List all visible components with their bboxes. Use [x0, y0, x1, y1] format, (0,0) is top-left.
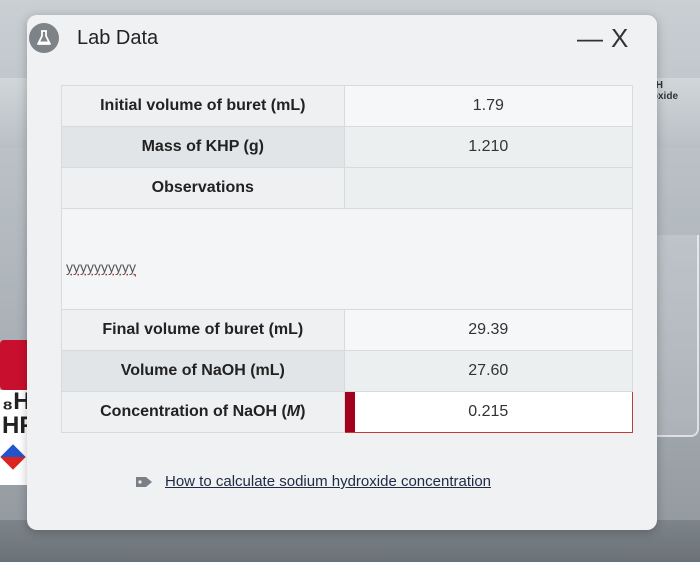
- row-value: 27.60: [343, 350, 634, 392]
- row-value: 29.39: [343, 309, 634, 351]
- row-label: Initial volume of buret (mL): [61, 85, 345, 127]
- table-row: Final volume of buret (mL) 29.39: [61, 309, 634, 351]
- concentration-label: Concentration of NaOH (M): [61, 391, 345, 433]
- concentration-label-prefix: Concentration of NaOH (: [100, 403, 287, 420]
- error-indicator-bar: [344, 392, 355, 432]
- flask-icon: [29, 23, 59, 53]
- table-row: Mass of KHP (g) 1.210: [61, 126, 634, 168]
- help-link-row: How to calculate sodium hydroxide concen…: [135, 473, 491, 490]
- help-link[interactable]: How to calculate sodium hydroxide concen…: [165, 473, 491, 490]
- observations-header-blank: [343, 167, 634, 209]
- close-button[interactable]: X: [611, 23, 628, 54]
- observations-field[interactable]: yyyyyyyyyy: [61, 208, 633, 310]
- concentration-input[interactable]: 0.215: [343, 391, 634, 433]
- row-label: Final volume of buret (mL): [61, 309, 345, 351]
- row-label: Mass of KHP (g): [61, 126, 345, 168]
- observations-header-row: Observations: [61, 167, 634, 209]
- concentration-unit: M: [286, 403, 301, 420]
- observations-label: Observations: [61, 167, 345, 209]
- row-value: 1.79: [343, 85, 634, 127]
- lab-data-window: Lab Data — X Initial volume of buret (mL…: [27, 15, 657, 530]
- title-bar: Lab Data — X: [27, 15, 657, 65]
- observations-text: yyyyyyyyyy: [66, 259, 136, 275]
- concentration-label-suffix: ): [300, 403, 306, 420]
- row-value: 1.210: [343, 126, 634, 168]
- table-row: Volume of NaOH (mL) 27.60: [61, 350, 634, 392]
- concentration-row: Concentration of NaOH (M) 0.215: [61, 391, 634, 433]
- lab-data-table: Initial volume of buret (mL) 1.79 Mass o…: [61, 85, 634, 433]
- table-row: Initial volume of buret (mL) 1.79: [61, 85, 634, 127]
- observations-row: yyyyyyyyyy: [61, 208, 633, 310]
- concentration-value: 0.215: [468, 403, 509, 420]
- row-label: Volume of NaOH (mL): [61, 350, 345, 392]
- minimize-button[interactable]: —: [577, 23, 603, 54]
- window-title: Lab Data: [77, 27, 159, 49]
- tag-icon: [135, 475, 153, 489]
